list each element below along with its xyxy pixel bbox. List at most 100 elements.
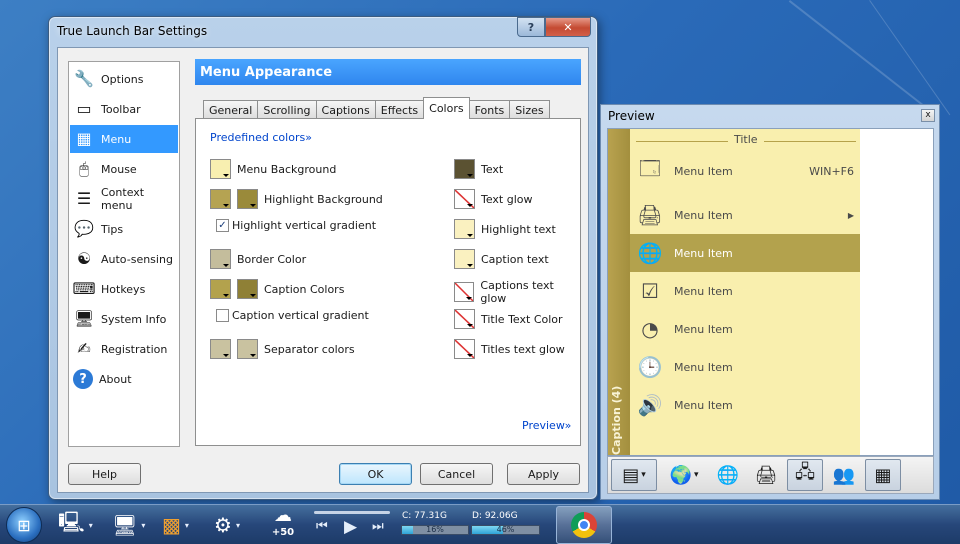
wrench-icon: 🔧 (74, 69, 94, 88)
office-icon: ▩ (162, 513, 181, 537)
highlight-text-swatch[interactable] (454, 219, 475, 239)
taskbar-monitor-button[interactable]: 🖥 ▾ (112, 509, 145, 541)
titles-text-glow-row: Titles text glow (454, 339, 565, 359)
taskbar-office-button[interactable]: ▩ ▾ (162, 509, 189, 541)
preview-close-button[interactable]: x (921, 109, 935, 122)
taskbar-chrome-button[interactable] (556, 506, 612, 544)
tab-scrolling[interactable]: Scrolling (257, 100, 317, 119)
globe-toolbar-button[interactable]: 🌍 ▾ (661, 459, 707, 491)
preview-title: Preview (608, 109, 655, 123)
taskbar-settings-button[interactable]: ⚙ ▾ (214, 509, 240, 541)
monitor-icon: 🖥 (112, 513, 138, 537)
nav-item-label: Options (101, 72, 144, 86)
checklist-icon: ☑ (641, 279, 659, 303)
menu-item-label: Menu Item (674, 246, 733, 260)
nav-item-auto-sensing[interactable]: ☯ Auto-sensing (70, 245, 178, 273)
keyboard-icon: ⌨ (72, 279, 96, 298)
weather-widget[interactable]: ☁ +50 (266, 505, 300, 538)
monitor-icon: 🖥 (73, 309, 95, 328)
nav-item-label: Hotkeys (101, 282, 146, 296)
caption-colors-swatch-2[interactable] (237, 279, 258, 299)
mouse-icon: 🖱 (79, 159, 89, 178)
titles-text-glow-swatch[interactable] (454, 339, 475, 359)
nav-item-menu[interactable]: ▦ Menu (70, 125, 178, 153)
nav-item-about[interactable]: ? About (70, 365, 178, 393)
nav-item-tips[interactable]: 💬 Tips (70, 215, 178, 243)
cancel-button[interactable]: Cancel (420, 463, 493, 485)
highlight-background-swatch-1[interactable] (210, 189, 231, 209)
tab-effects[interactable]: Effects (374, 100, 425, 119)
users-toolbar-button[interactable]: 👥 (827, 459, 861, 491)
nav-item-registration[interactable]: ✍ Registration (70, 335, 178, 363)
border-color-swatch[interactable] (210, 249, 231, 269)
menu-background-swatch[interactable] (210, 159, 231, 179)
disk-d-label: D: 92.06G (472, 511, 518, 521)
nav-item-label: About (99, 372, 132, 386)
menu-item-label: Menu Item (674, 398, 733, 412)
caption-gradient-row: Caption vertical gradient (216, 309, 369, 322)
apply-button[interactable]: Apply (507, 463, 580, 485)
separator-colors-swatch-1[interactable] (210, 339, 231, 359)
chip-toolbar-button[interactable]: ▤ ▾ (611, 459, 657, 491)
tab-fonts[interactable]: Fonts (468, 100, 511, 119)
menu-item[interactable]: 🗔 Menu Item WIN+F6 (630, 152, 860, 190)
help-caption-button[interactable]: ? (517, 17, 545, 37)
ok-button[interactable]: OK (339, 463, 412, 485)
caption-text-swatch[interactable] (454, 249, 475, 269)
next-track-button[interactable]: ⏭ (372, 519, 384, 534)
menu-item-highlighted[interactable]: 🌐 Menu Item (630, 234, 860, 272)
caption-text-row: Caption text (454, 249, 549, 269)
captions-text-glow-swatch[interactable] (454, 282, 475, 302)
globe-clock-icon: 🕒 (637, 355, 663, 379)
calculator-toolbar-button[interactable]: ▦ (865, 459, 901, 491)
nav-item-context-menu[interactable]: ☰ Context menu (70, 185, 178, 213)
highlight-background-swatch-2[interactable] (237, 189, 258, 209)
nav-item-system-info[interactable]: 🖥 System Info (70, 305, 178, 333)
preview-link[interactable]: Preview» (522, 419, 571, 432)
text-glow-row: Text glow (454, 189, 533, 209)
disk-d-meter: 46% (471, 525, 540, 535)
nav-item-label: Mouse (101, 162, 137, 176)
text-glow-swatch[interactable] (454, 189, 475, 209)
disk-d-percent: 46% (496, 525, 515, 534)
highlight-gradient-checkbox[interactable]: ✓ (216, 219, 229, 232)
menu-item[interactable]: ◔ Menu Item (630, 310, 860, 348)
help-button[interactable]: Help (68, 463, 141, 485)
menu-item-label: Menu Item (674, 284, 733, 298)
play-button[interactable]: ▶ (344, 517, 357, 537)
menu-item[interactable]: 🖨 Menu Item ▶ (630, 196, 860, 234)
weather-temperature: +50 (271, 527, 295, 538)
nav-item-hotkeys[interactable]: ⌨ Hotkeys (70, 275, 178, 303)
predefined-colors-link[interactable]: Predefined colors» (210, 131, 312, 144)
menu-item[interactable]: 🕒 Menu Item (630, 348, 860, 386)
close-button[interactable]: ✕ (545, 17, 591, 37)
tab-general[interactable]: General (203, 100, 259, 119)
nav-item-options[interactable]: 🔧 Options (70, 65, 178, 93)
nav-item-label: Toolbar (101, 102, 141, 116)
menu-item[interactable]: 🔊 Menu Item (630, 386, 860, 424)
nav-item-toolbar[interactable]: ▭ Toolbar (70, 95, 178, 123)
title-text-color-swatch[interactable] (454, 309, 475, 329)
question-icon: ? (527, 20, 535, 34)
tab-sizes[interactable]: Sizes (509, 100, 550, 119)
text-swatch[interactable] (454, 159, 475, 179)
tab-colors[interactable]: Colors (423, 97, 470, 119)
window-title: True Launch Bar Settings (57, 24, 208, 38)
caption-gradient-checkbox[interactable] (216, 309, 229, 322)
context-menu-icon: ☰ (76, 189, 92, 208)
network-toolbar-button[interactable]: 🖧 (787, 459, 823, 491)
chip-icon: ▤ (622, 464, 640, 486)
previous-track-button[interactable]: ⏮ (316, 519, 328, 534)
taskbar-computer-button[interactable]: 🖳 ▾ (58, 509, 93, 541)
tab-captions[interactable]: Captions (315, 100, 376, 119)
nav-item-mouse[interactable]: 🖱 Mouse (70, 155, 178, 183)
media-seek-bar[interactable] (314, 511, 390, 514)
page-title: Menu Appearance (195, 59, 581, 85)
globe-mouse-toolbar-button[interactable]: 🌐 (711, 459, 745, 491)
printer-toolbar-button[interactable]: 🖨 (749, 459, 783, 491)
caption-colors-swatch-1[interactable] (210, 279, 231, 299)
highlight-text-row: Highlight text (454, 219, 556, 239)
separator-colors-swatch-2[interactable] (237, 339, 258, 359)
menu-item[interactable]: ☑ Menu Item (630, 272, 860, 310)
start-button[interactable]: ⊞ (6, 507, 42, 543)
